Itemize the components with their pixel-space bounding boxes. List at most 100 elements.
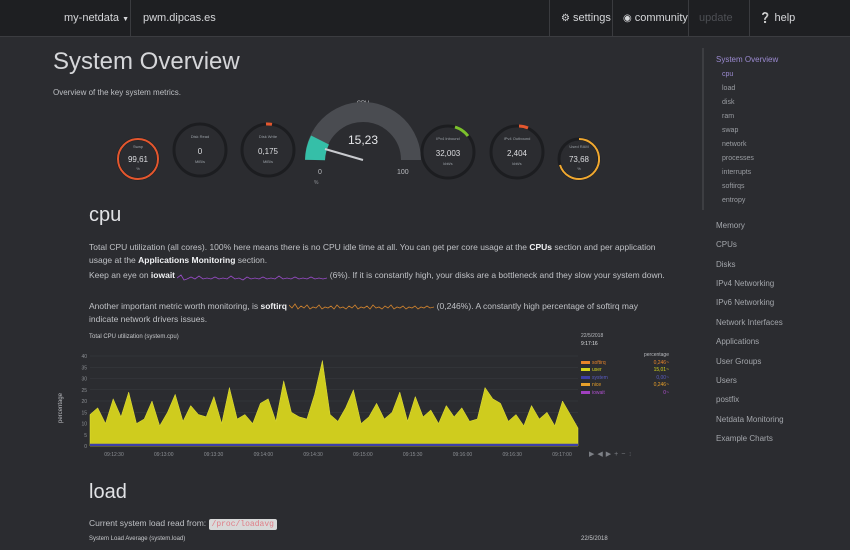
ipv4-outbound-gauge[interactable]: IPv4 Outbound 2,404 kbit/s bbox=[489, 124, 545, 180]
disk-write-gauge[interactable]: Disk Write 0,175 MiB/s bbox=[240, 122, 296, 178]
softirq-description: Another important metric worth monitorin… bbox=[89, 300, 669, 326]
my-netdata-menu[interactable]: my-netdata ▼ bbox=[64, 0, 129, 36]
cpu-chart[interactable]: percentage 4035302520151050 09:12:30 09:1… bbox=[50, 340, 600, 462]
y-tick-label: 10 bbox=[81, 422, 87, 428]
ipv4-inbound-gauge[interactable]: IPv4 Inbound 32,003 kbit/s bbox=[420, 124, 476, 180]
iowait-keyword: iowait bbox=[150, 270, 176, 280]
github-icon: ◉ bbox=[623, 13, 632, 24]
legend-swatch bbox=[581, 360, 590, 364]
sidebar-sub-entropy[interactable]: entropy bbox=[722, 197, 745, 204]
nav-divider bbox=[612, 0, 613, 36]
cpu-gauge[interactable]: CPU 15,23 0 100 % bbox=[305, 101, 421, 186]
sidebar-item-ipv4-networking[interactable]: IPv4 Networking bbox=[716, 279, 774, 288]
top-navbar: my-netdata ▼ pwm.dipcas.es ⚙ settings ◉ co… bbox=[0, 0, 850, 37]
x-tick-label: 09:16:30 bbox=[502, 452, 522, 458]
sidebar-sub-softirqs[interactable]: softirqs bbox=[722, 183, 745, 190]
disk-read-unit: MiB/s bbox=[195, 159, 205, 164]
legend-nice-value: 0,246~ bbox=[653, 382, 669, 388]
legend-swatch bbox=[581, 375, 590, 379]
sidebar-item-user-groups[interactable]: User Groups bbox=[716, 357, 761, 366]
settings-label: settings bbox=[572, 12, 611, 24]
legend-system[interactable]: system 0,00~ bbox=[581, 375, 669, 383]
swap-gauge[interactable]: Swap 99,61 % bbox=[116, 137, 160, 181]
iowait-description: Keep an eye on iowait (6%). If it is con… bbox=[89, 269, 669, 282]
x-tick-label: 09:15:30 bbox=[403, 452, 423, 458]
sidebar-item-example-charts[interactable]: Example Charts bbox=[716, 434, 773, 443]
ipv4-inbound-label: IPv4 Inbound bbox=[436, 136, 460, 141]
settings-button[interactable]: ⚙ settings bbox=[561, 0, 611, 36]
softirq-keyword: softirq bbox=[260, 301, 287, 311]
legend-swatch bbox=[581, 390, 590, 394]
page-title: System Overview bbox=[53, 48, 240, 75]
x-tick-label: 09:13:30 bbox=[204, 452, 224, 458]
pan-right-icon[interactable]: ▶ bbox=[606, 451, 614, 458]
legend-iowait[interactable]: iowait 0~ bbox=[581, 390, 669, 398]
softirq-desc-text: Another important metric worth monitorin… bbox=[89, 301, 261, 311]
sidebar-sub-cpu[interactable]: cpu bbox=[722, 71, 733, 78]
y-tick-label: 5 bbox=[84, 433, 87, 439]
cpu-description: Total CPU utilization (all cores). 100% … bbox=[89, 241, 669, 267]
user-series-area bbox=[89, 360, 579, 447]
cpu-gauge-value: 15,23 bbox=[348, 133, 378, 147]
sidebar-item-ipv6-networking[interactable]: IPv6 Networking bbox=[716, 298, 774, 307]
sidebar-sub-interrupts[interactable]: interrupts bbox=[722, 169, 751, 176]
used-ram-gauge[interactable]: Used RAM 73,68 % bbox=[557, 137, 601, 181]
sidebar-sub-ram[interactable]: ram bbox=[722, 113, 734, 120]
legend-softirq[interactable]: softirq 0,246~ bbox=[581, 360, 669, 368]
disk-read-gauge[interactable]: Disk Read 0 MiB/s bbox=[172, 122, 228, 178]
cpu-gauge-unit: % bbox=[314, 180, 319, 186]
y-tick-label: 35 bbox=[81, 365, 87, 371]
sidebar-item-disks[interactable]: Disks bbox=[716, 260, 736, 269]
sidebar-item-system-overview[interactable]: System Overview bbox=[716, 55, 778, 64]
hostname-link[interactable]: pwm.dipcas.es bbox=[143, 0, 216, 36]
legend-swatch bbox=[581, 368, 590, 372]
legend-system-name: system bbox=[592, 374, 608, 381]
legend-user-name: user bbox=[592, 367, 602, 373]
legend-nice[interactable]: nice 0,246~ bbox=[581, 382, 669, 390]
legend-swatch bbox=[581, 383, 590, 387]
update-button[interactable]: update bbox=[699, 0, 733, 36]
y-tick-label: 30 bbox=[81, 377, 87, 383]
nav-divider bbox=[688, 0, 689, 36]
cpus-link[interactable]: CPUs bbox=[529, 242, 552, 252]
pan-left-icon[interactable]: ◀ bbox=[597, 451, 605, 458]
caret-down-icon: ▼ bbox=[122, 16, 130, 23]
x-tick-label: 09:12:30 bbox=[104, 452, 124, 458]
cpu-gauge-max: 100 bbox=[397, 169, 409, 176]
iowait-desc-text: Keep an eye on bbox=[89, 270, 151, 280]
sidebar-sub-swap[interactable]: swap bbox=[722, 127, 738, 134]
cpu-chart-toolbar: ▶◀▶+−↕ bbox=[589, 450, 635, 458]
my-netdata-label: my-netdata bbox=[64, 12, 120, 24]
y-tick-label: 40 bbox=[81, 354, 87, 360]
resize-icon[interactable]: ↕ bbox=[628, 451, 635, 458]
legend-iowait-value: 0~ bbox=[663, 389, 669, 396]
sidebar-item-users[interactable]: Users bbox=[716, 376, 737, 385]
legend-user[interactable]: user 15,01~ bbox=[581, 367, 669, 375]
cpu-chart-yticks: 40 35 30 25 20 15 10 5 0 bbox=[81, 354, 87, 450]
sidebar-sub-network[interactable]: network bbox=[722, 141, 747, 148]
disk-read-label: Disk Read bbox=[191, 134, 209, 139]
legend-time: 9:17:16 bbox=[581, 340, 598, 347]
y-tick-label: 15 bbox=[81, 410, 87, 416]
help-button[interactable]: ❔ help bbox=[759, 0, 795, 36]
sidebar-item-applications[interactable]: Applications bbox=[716, 337, 759, 346]
sidebar-sub-disk[interactable]: disk bbox=[722, 99, 734, 106]
sidebar-sub-load[interactable]: load bbox=[722, 85, 735, 92]
y-tick-label: 0 bbox=[84, 444, 87, 450]
sidebar-sub-processes[interactable]: processes bbox=[722, 155, 754, 162]
swap-value: 99,61 bbox=[128, 155, 149, 164]
disk-write-unit: MiB/s bbox=[263, 159, 273, 164]
sidebar-item-memory[interactable]: Memory bbox=[716, 221, 745, 230]
question-icon: ❔ bbox=[759, 13, 772, 24]
sidebar-item-netdata-monitoring[interactable]: Netdata Monitoring bbox=[716, 415, 784, 424]
nav-divider bbox=[749, 0, 750, 36]
legend-nice-name: nice bbox=[592, 382, 602, 388]
community-button[interactable]: ◉ community bbox=[623, 0, 688, 36]
sidebar-item-network-interfaces[interactable]: Network Interfaces bbox=[716, 318, 783, 327]
softirq-value: 0,246% bbox=[439, 301, 469, 311]
sidebar-item-postfix[interactable]: postfix bbox=[716, 395, 739, 404]
ipv4-inbound-unit: kbit/s bbox=[443, 161, 452, 166]
sidebar-item-cpus[interactable]: CPUs bbox=[716, 240, 737, 249]
ipv4-outbound-value: 2,404 bbox=[507, 149, 528, 158]
applications-monitoring-link[interactable]: Applications Monitoring bbox=[138, 255, 235, 265]
